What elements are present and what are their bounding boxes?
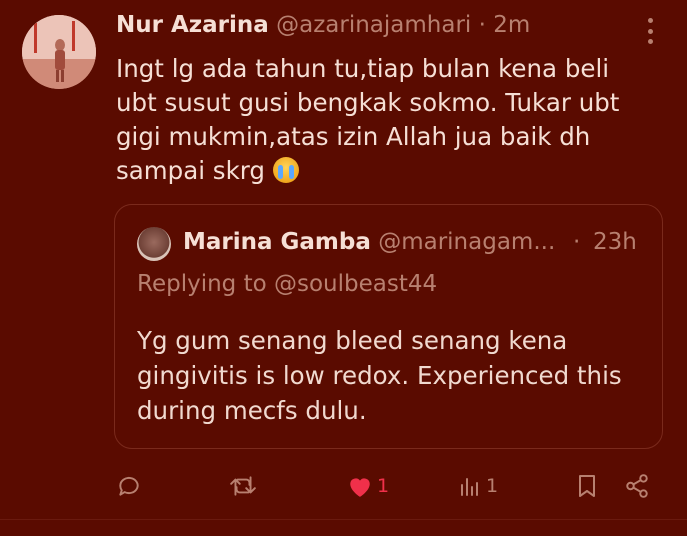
tweet-text: Ingt lg ada tahun tu,tiap bulan kena bel… [116, 52, 656, 188]
quoted-tweet-header: Marina Gamba @marinagam... · 23h [183, 229, 637, 255]
tweet-body: Ingt lg ada tahun tu,tiap bulan kena bel… [116, 54, 620, 185]
quoted-timestamp: 23h [593, 229, 637, 255]
like-count: 1 [377, 475, 390, 497]
divider [0, 519, 687, 520]
bookmark-icon [579, 475, 595, 497]
bookmark-button[interactable] [575, 468, 599, 504]
views-chart-icon [461, 478, 478, 496]
separator-dot: · [573, 229, 581, 255]
like-button[interactable]: 1 [347, 468, 389, 504]
share-icon [626, 474, 648, 498]
quoted-author-handle: @marinagam... [378, 229, 556, 255]
retweet-icon [230, 476, 256, 496]
tweet-timestamp[interactable]: 2m [493, 12, 530, 38]
author-avatar[interactable] [22, 15, 96, 89]
heart-icon [350, 478, 370, 497]
quoted-tweet-text: Yg gum senang bleed senang kena gingivit… [137, 326, 622, 425]
separator-dot: · [478, 12, 486, 38]
author-handle[interactable]: @azarinajamhari [276, 12, 471, 38]
more-options-icon[interactable] [642, 18, 658, 44]
quoted-author-name: Marina Gamba [183, 229, 371, 255]
author-name[interactable]: Nur Azarina [116, 12, 269, 38]
reply-icon [119, 476, 139, 496]
crying-face-emoji-icon [272, 157, 299, 183]
quoted-tweet[interactable]: Marina Gamba @marinagam... · 23h Replyin… [114, 204, 663, 449]
quoted-author-avatar[interactable] [137, 227, 171, 261]
views-count: 1 [486, 475, 499, 497]
avatar-photo-icon [22, 15, 96, 89]
views-button[interactable]: 1 [458, 468, 498, 504]
tweet-header: Nur Azarina @azarinajamhari · 2m [116, 12, 530, 38]
share-button[interactable] [624, 468, 650, 504]
replying-to-label: Replying to @soulbeast44 [137, 271, 438, 297]
reply-button[interactable] [116, 468, 146, 504]
retweet-button[interactable] [229, 468, 261, 504]
tweet-action-bar: 1 1 [0, 468, 687, 508]
